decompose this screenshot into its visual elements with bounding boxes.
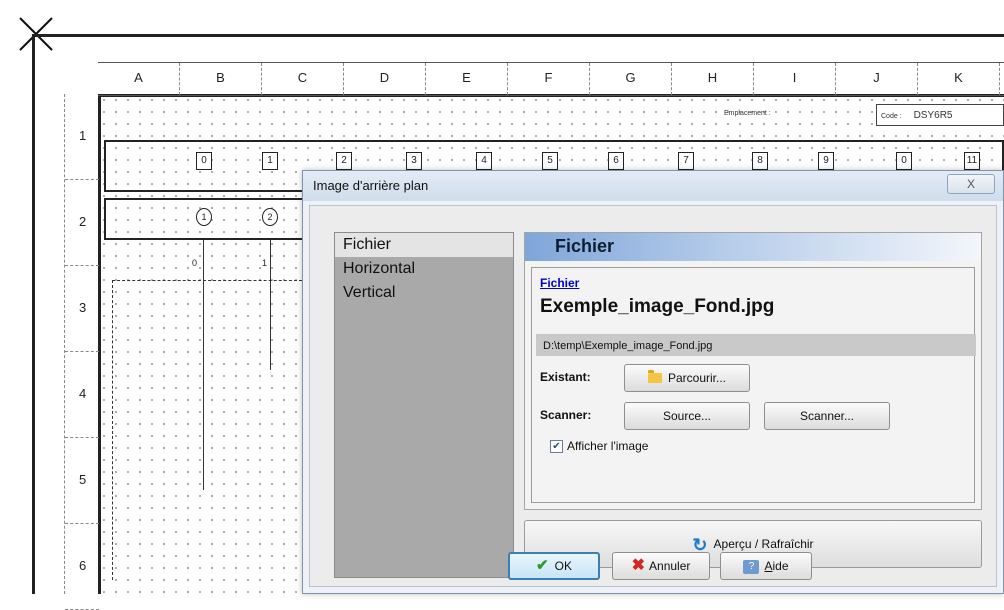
help-icon: ? — [743, 559, 760, 574]
wire-vertical — [270, 240, 271, 370]
nav-item-fichier[interactable]: Fichier — [335, 233, 513, 257]
column-header: J — [836, 63, 918, 95]
cancel-button[interactable]: ✖ Annuler — [612, 552, 710, 580]
terminal-box: 7 — [678, 152, 694, 170]
terminal-box: 8 — [752, 152, 768, 170]
file-group: Fichier Exemple_image_Fond.jpg D:\temp\E… — [531, 267, 976, 503]
column-header: H — [672, 63, 754, 95]
scanner-label: Scanner: — [540, 408, 592, 422]
panel-header: Fichier — [525, 233, 981, 261]
terminal-box: 9 — [818, 152, 834, 170]
terminal-box: 4 — [476, 152, 492, 170]
background-image-dialog: Image d'arrière plan X Fichier Horizonta… — [302, 170, 1004, 594]
row-ruler: 123456 — [64, 94, 99, 610]
terminal-box: 0 — [196, 152, 212, 170]
browse-button[interactable]: Parcourir... — [624, 364, 750, 392]
show-image-checkbox[interactable]: ✔ — [550, 440, 563, 454]
wire-label: 1 — [262, 258, 268, 268]
row-header: 1 — [65, 94, 99, 180]
file-link[interactable]: Fichier — [540, 276, 579, 290]
nav-list: Fichier Horizontal Vertical — [334, 232, 514, 578]
ok-button[interactable]: ✔ OK — [508, 552, 600, 580]
wire-dashed-vertical — [112, 280, 113, 580]
column-ruler: ABCDEFGHIJK — [98, 62, 1004, 96]
column-header: E — [426, 63, 508, 95]
help-button[interactable]: ? Aide — [720, 552, 812, 580]
terminal-box: 11 — [964, 152, 980, 170]
terminal-box: 2 — [336, 152, 352, 170]
cancel-label: Annuler — [649, 559, 691, 573]
code-label: Code : — [881, 113, 902, 120]
ok-label: OK — [554, 559, 572, 573]
wire-dashed-horizontal — [112, 280, 302, 281]
column-header: D — [344, 63, 426, 95]
close-icon: X — [966, 177, 975, 191]
code-field: Code : DSY6R5 — [876, 104, 1004, 126]
browse-label: Parcourir... — [667, 371, 727, 385]
terminal-box: 0 — [896, 152, 912, 170]
terminal-circle: 2 — [262, 208, 278, 226]
dialog-body: Fichier Horizontal Vertical Fichier Fich… — [309, 205, 997, 587]
source-label: Source... — [662, 409, 712, 423]
column-header: C — [262, 63, 344, 95]
column-header: A — [98, 63, 180, 95]
row-header: 5 — [65, 438, 99, 524]
refresh-label: Aperçu / Rafraîchir — [713, 537, 814, 551]
nav-item-vertical[interactable]: Vertical — [335, 281, 513, 305]
help-label-rest: ide — [772, 559, 789, 573]
file-path-field[interactable]: D:\temp\Exemple_image_Fond.jpg — [536, 334, 976, 356]
show-image-label: Afficher l'image — [567, 439, 649, 453]
dialog-title: Image d'arrière plan — [313, 178, 429, 193]
help-label: Aide — [764, 559, 788, 573]
close-button[interactable]: X — [947, 174, 995, 194]
column-header: I — [754, 63, 836, 95]
dialog-titlebar[interactable]: Image d'arrière plan X — [303, 171, 1003, 201]
check-icon: ✔ — [536, 557, 549, 574]
panel-title: Fichier — [555, 236, 615, 256]
row-header: 2 — [65, 180, 99, 266]
terminal-box: 5 — [542, 152, 558, 170]
code-value: DSY6R5 — [913, 110, 953, 121]
emplacement-label: Emplacement : — [724, 110, 771, 117]
terminal-box: 6 — [608, 152, 624, 170]
column-header: G — [590, 63, 672, 95]
fichier-panel: Fichier Fichier Exemple_image_Fond.jpg D… — [524, 232, 982, 510]
help-label-accesskey: A — [764, 559, 773, 573]
show-image-row[interactable]: ✔ Afficher l'image — [550, 439, 649, 454]
column-header: F — [508, 63, 590, 95]
column-header: K — [918, 63, 1000, 95]
frame-left-border — [32, 34, 35, 594]
file-name: Exemple_image_Fond.jpg — [540, 296, 775, 317]
nav-item-horizontal[interactable]: Horizontal — [335, 257, 513, 281]
x-icon: ✖ — [631, 557, 646, 574]
terminal-circle: 1 — [196, 208, 212, 226]
column-header: B — [180, 63, 262, 95]
frame-top-border — [32, 34, 1004, 37]
folder-icon — [647, 369, 662, 383]
scan-label: Scanner... — [799, 409, 855, 423]
wire-vertical — [203, 240, 204, 490]
terminal-box: 1 — [262, 152, 278, 170]
row-header: 4 — [65, 352, 99, 438]
scan-button[interactable]: Scanner... — [764, 402, 890, 430]
existant-label: Existant: — [540, 370, 591, 384]
row-header: 3 — [65, 266, 99, 352]
terminal-box: 3 — [406, 152, 422, 170]
wire-label: 0 — [192, 258, 198, 268]
row-header: 6 — [65, 524, 99, 610]
source-button[interactable]: Source... — [624, 402, 750, 430]
